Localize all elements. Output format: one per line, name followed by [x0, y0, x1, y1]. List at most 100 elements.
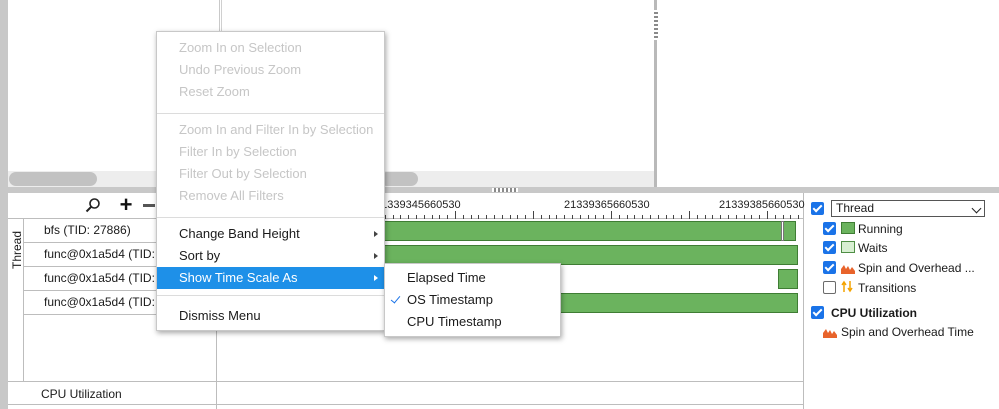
scrollbar-thumb[interactable] [380, 172, 418, 186]
ruler-tick [533, 211, 534, 219]
ruler-tick [556, 215, 558, 219]
legend-panel: Thread Running Waits Spin and Overhead .… [805, 193, 999, 409]
submenu-item-elapsed-time[interactable]: Elapsed Time [385, 267, 560, 289]
cpu-utilization-checkbox[interactable] [811, 306, 824, 319]
left-edge-strip [0, 0, 8, 409]
ruler-tick [712, 215, 714, 219]
search-icon[interactable] [85, 197, 101, 213]
group-by-value: Thread [836, 201, 875, 215]
ruler-tick [681, 215, 683, 219]
ruler-tick [751, 215, 753, 219]
ruler-tick [455, 211, 456, 219]
legend-checkbox-transitions[interactable] [823, 281, 836, 294]
menu-item-undo-zoom[interactable]: Undo Previous Zoom [157, 59, 384, 81]
ruler-tick [611, 211, 612, 219]
ruler-tick [759, 215, 761, 219]
ruler-tick [501, 215, 503, 219]
ruler-tick [431, 215, 433, 219]
legend-checkbox-spin[interactable] [823, 261, 836, 274]
ruler-tick [517, 215, 519, 219]
legend-label-running: Running [858, 222, 903, 236]
ruler-tick [509, 215, 511, 219]
ruler-label: 21339365660530 [564, 199, 650, 211]
cpu-utilization-label: CPU Utilization [41, 387, 122, 401]
menu-item-dismiss[interactable]: Dismiss Menu [157, 305, 384, 327]
running-band[interactable] [382, 245, 798, 265]
ruler-tick [665, 215, 667, 219]
menu-item-remove-filters[interactable]: Remove All Filters [157, 185, 384, 207]
menu-item-label: Filter In by Selection [179, 144, 297, 159]
wait-marker[interactable] [781, 221, 784, 241]
ruler-tick [439, 215, 441, 219]
ruler-tick [579, 215, 581, 219]
chevron-down-icon [971, 203, 982, 214]
spin-overhead-icon [823, 329, 837, 338]
menu-item-sort-by[interactable]: Sort by [157, 245, 384, 267]
menu-item-zoom-filter-in[interactable]: Zoom In and Filter In by Selection [157, 119, 384, 141]
ruler-tick [782, 215, 784, 219]
ruler-tick [704, 215, 706, 219]
top-right-pane [654, 0, 999, 188]
submenu-item-label: Elapsed Time [407, 270, 486, 285]
minus-icon[interactable] [143, 204, 155, 207]
legend-label-spin: Spin and Overhead ... [858, 261, 975, 275]
menu-item-label: Change Band Height [179, 226, 300, 241]
menu-item-reset-zoom[interactable]: Reset Zoom [157, 81, 384, 103]
running-band[interactable] [778, 269, 798, 289]
submenu-item-os-timestamp[interactable]: OS Timestamp [385, 289, 560, 311]
menu-item-label: Zoom In on Selection [179, 40, 302, 55]
menu-item-zoom-in-selection[interactable]: Zoom In on Selection [157, 37, 384, 59]
legend-label-waits: Waits [858, 241, 888, 255]
legend-checkbox-running[interactable] [823, 222, 836, 235]
submenu-item-label: CPU Timestamp [407, 314, 502, 329]
legend-checkbox-waits[interactable] [823, 241, 836, 254]
running-swatch [841, 222, 855, 234]
ruler-tick [470, 215, 472, 219]
horizontal-splitter-grip[interactable] [492, 188, 518, 192]
ruler-tick [587, 215, 589, 219]
vertical-splitter-grip[interactable] [654, 10, 658, 40]
plus-icon[interactable]: + [116, 194, 136, 216]
submenu-arrow-icon [374, 231, 378, 237]
menu-item-filter-out[interactable]: Filter Out by Selection [157, 163, 384, 185]
context-menu: Zoom In on Selection Undo Previous Zoom … [156, 31, 385, 331]
ruler-tick [689, 211, 690, 219]
running-band[interactable] [382, 221, 796, 241]
thread-axis-text: Thread [10, 230, 25, 270]
ruler-tick [657, 215, 659, 219]
ruler-label: 21339345660530 [375, 199, 461, 211]
ruler-tick [720, 215, 722, 219]
transitions-icon [841, 280, 853, 293]
ruler-tick [462, 215, 464, 219]
group-by-select[interactable]: Thread [831, 200, 985, 217]
ruler-tick [626, 215, 628, 219]
ruler-tick [416, 215, 417, 219]
checkmark-icon [390, 293, 401, 304]
menu-item-label: Filter Out by Selection [179, 166, 307, 181]
ruler-tick [540, 215, 542, 219]
menu-item-label: Show Time Scale As [179, 270, 298, 285]
menu-item-change-band-height[interactable]: Change Band Height [157, 223, 384, 245]
group-checkbox[interactable] [811, 202, 824, 215]
ruler-tick [735, 215, 737, 219]
scrollbar-thumb[interactable] [9, 172, 97, 186]
ruler-tick [696, 215, 698, 219]
menu-item-filter-in[interactable]: Filter In by Selection [157, 141, 384, 163]
ruler-tick [650, 215, 651, 219]
ruler-tick [525, 215, 527, 219]
ruler-tick [728, 215, 729, 219]
ruler-tick [400, 215, 402, 219]
submenu-item-label: OS Timestamp [407, 292, 493, 307]
menu-item-show-time-scale[interactable]: Show Time Scale As [157, 267, 384, 289]
menu-item-label: Dismiss Menu [179, 308, 261, 323]
ruler-tick [572, 215, 573, 219]
ruler-tick [564, 215, 566, 219]
ruler-tick [798, 215, 800, 219]
submenu-arrow-icon [374, 275, 378, 281]
thread-axis-label: Thread [8, 219, 24, 381]
ruler-tick [673, 215, 675, 219]
menu-separator [157, 113, 384, 114]
submenu-item-cpu-timestamp[interactable]: CPU Timestamp [385, 311, 560, 333]
cpu-utilization-row: CPU Utilization [8, 381, 804, 406]
menu-item-label: Undo Previous Zoom [179, 62, 302, 77]
